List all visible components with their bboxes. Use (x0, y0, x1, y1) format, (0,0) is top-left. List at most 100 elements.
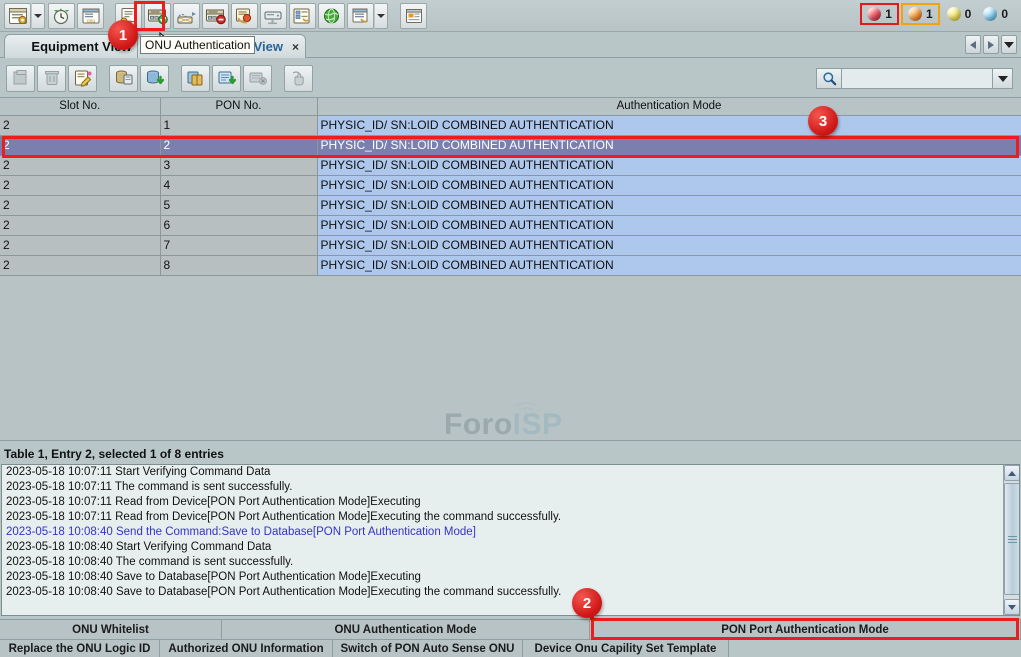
tab-next-button[interactable] (983, 35, 999, 54)
log-line: 2023-05-18 10:08:40 The command is sent … (2, 555, 1019, 570)
onu-list-icon[interactable]: onu (77, 3, 104, 29)
copy-rows-icon[interactable] (181, 65, 210, 92)
refresh-hand-icon[interactable] (284, 65, 313, 92)
table-row[interactable]: 21PHYSIC_ID/ SN:LOID COMBINED AUTHENTICA… (0, 115, 1021, 135)
table-header-row: Slot No. PON No. Authentication Mode (0, 98, 1021, 115)
cell-authentication-mode[interactable]: PHYSIC_ID/ SN:LOID COMBINED AUTHENTICATI… (317, 135, 1021, 155)
cancel-icon[interactable] (243, 65, 272, 92)
bottom-tab-secondary-2[interactable]: Authorized ONU Information (160, 639, 333, 657)
major-alarm-counter[interactable]: 1 (901, 3, 940, 25)
add-icon[interactable] (6, 65, 35, 92)
log-scrollbar[interactable] (1003, 465, 1019, 615)
bottom-tab-secondary-1[interactable]: Replace the ONU Logic ID (0, 639, 160, 657)
cell-slot-no[interactable]: 2 (0, 135, 160, 155)
panel-view-icon[interactable] (400, 3, 427, 29)
bottom-tab-primary-3[interactable]: PON Port Authentication Mode (590, 619, 1021, 639)
timing-task-icon[interactable] (48, 3, 75, 29)
table-row[interactable]: 24PHYSIC_ID/ SN:LOID COMBINED AUTHENTICA… (0, 175, 1021, 195)
cell-authentication-mode[interactable]: PHYSIC_ID/ SN:LOID COMBINED AUTHENTICATI… (317, 155, 1021, 175)
bottom-tab-primary-1[interactable]: ONU Whitelist (0, 619, 222, 639)
search-icon[interactable] (816, 68, 841, 89)
bottom-tab-primary-label: ONU Whitelist (72, 624, 149, 636)
cell-slot-no[interactable]: 2 (0, 155, 160, 175)
column-header-slot-no[interactable]: Slot No. (0, 98, 160, 115)
critical-alarm-counter[interactable]: 1 (860, 3, 899, 25)
warning-alarm-counter[interactable]: 0 (978, 5, 1013, 23)
save-to-database-icon[interactable] (140, 65, 169, 92)
command-log-panel[interactable]: 2023-05-18 10:07:11 Start Verifying Comm… (1, 464, 1020, 616)
apply-to-device-icon[interactable] (212, 65, 241, 92)
tab-list-button[interactable] (1001, 35, 1017, 54)
read-from-device-icon[interactable] (109, 65, 138, 92)
alarm-counters: 1 1 0 0 (860, 3, 1013, 25)
cell-pon-no[interactable]: 4 (160, 175, 317, 195)
onu-template-icon[interactable] (289, 3, 316, 29)
modify-icon[interactable] (68, 65, 97, 92)
cell-authentication-mode[interactable]: PHYSIC_ID/ SN:LOID COMBINED AUTHENTICATI… (317, 175, 1021, 195)
log-line: 2023-05-18 10:08:40 Start Verifying Comm… (2, 540, 1019, 555)
cell-slot-no[interactable]: 2 (0, 255, 160, 275)
column-header-authentication-mode[interactable]: Authentication Mode (317, 98, 1021, 115)
cell-authentication-mode[interactable]: PHYSIC_ID/ SN:LOID COMBINED AUTHENTICATI… (317, 195, 1021, 215)
scroll-up-button[interactable] (1004, 465, 1020, 481)
onu-profile-icon[interactable] (231, 3, 258, 29)
onu-authentication-icon[interactable] (144, 3, 171, 29)
cell-authentication-mode[interactable]: PHYSIC_ID/ SN:LOID COMBINED AUTHENTICATI… (317, 215, 1021, 235)
report-config-icon[interactable] (347, 3, 374, 29)
bottom-tab-row-secondary: Replace the ONU Logic IDAuthorized ONU I… (0, 639, 1021, 657)
log-line: 2023-05-18 10:07:11 Read from Device[PON… (2, 510, 1019, 525)
table-row[interactable]: 27PHYSIC_ID/ SN:LOID COMBINED AUTHENTICA… (0, 235, 1021, 255)
scroll-down-button[interactable] (1004, 599, 1020, 615)
close-icon[interactable]: × (292, 40, 299, 54)
watermark-text-foro: Foro (444, 408, 513, 441)
global-network-icon[interactable] (318, 3, 345, 29)
table-row[interactable]: 25PHYSIC_ID/ SN:LOID COMBINED AUTHENTICA… (0, 195, 1021, 215)
bottom-tab-secondary-3[interactable]: Switch of PON Auto Sense ONU (333, 639, 523, 657)
scrollbar-thumb[interactable] (1004, 483, 1020, 595)
cell-pon-no[interactable]: 6 (160, 215, 317, 235)
delete-icon[interactable] (37, 65, 66, 92)
chevron-down-icon (34, 14, 42, 18)
log-line: 2023-05-18 10:07:11 Read from Device[PON… (2, 495, 1019, 510)
search-dropdown-button[interactable] (993, 68, 1013, 89)
cell-pon-no[interactable]: 5 (160, 195, 317, 215)
table-row[interactable]: 26PHYSIC_ID/ SN:LOID COMBINED AUTHENTICA… (0, 215, 1021, 235)
cell-pon-no[interactable]: 7 (160, 235, 317, 255)
log-line: 2023-05-18 10:07:11 The command is sent … (2, 480, 1019, 495)
onu-auto-find-icon[interactable] (173, 3, 200, 29)
report-config-group (346, 3, 390, 29)
cell-slot-no[interactable]: 2 (0, 235, 160, 255)
onu-upgrade-icon[interactable] (260, 3, 287, 29)
cell-slot-no[interactable]: 2 (0, 115, 160, 135)
application-window: onu (0, 0, 1021, 657)
tab-prev-button[interactable] (965, 35, 981, 54)
bottom-tab-primary-label: ONU Authentication Mode (334, 624, 476, 636)
cell-pon-no[interactable]: 3 (160, 155, 317, 175)
bottom-tab-secondary-filler (729, 639, 1021, 657)
cell-authentication-mode[interactable]: PHYSIC_ID/ SN:LOID COMBINED AUTHENTICATI… (317, 115, 1021, 135)
cell-slot-no[interactable]: 2 (0, 175, 160, 195)
cell-pon-no[interactable]: 1 (160, 115, 317, 135)
cell-pon-no[interactable]: 8 (160, 255, 317, 275)
cell-pon-no[interactable]: 2 (160, 135, 317, 155)
table-row[interactable]: 22PHYSIC_ID/ SN:LOID COMBINED AUTHENTICA… (0, 135, 1021, 155)
search-input[interactable] (841, 68, 993, 89)
cell-slot-no[interactable]: 2 (0, 215, 160, 235)
log-lines: 2023-05-18 10:07:11 Start Verifying Comm… (2, 465, 1019, 600)
log-line: 2023-05-18 10:08:40 Save to Database[PON… (2, 585, 1019, 600)
minor-alarm-counter[interactable]: 0 (942, 5, 977, 23)
table-row[interactable]: 28PHYSIC_ID/ SN:LOID COMBINED AUTHENTICA… (0, 255, 1021, 275)
cell-authentication-mode[interactable]: PHYSIC_ID/ SN:LOID COMBINED AUTHENTICATI… (317, 235, 1021, 255)
device-manager-icon[interactable] (4, 3, 31, 29)
cell-authentication-mode[interactable]: PHYSIC_ID/ SN:LOID COMBINED AUTHENTICATI… (317, 255, 1021, 275)
onu-unauthorize-icon[interactable] (202, 3, 229, 29)
bottom-tab-primary-2[interactable]: ONU Authentication Mode (222, 619, 590, 639)
report-config-dropdown[interactable] (375, 3, 388, 29)
table-row[interactable]: 23PHYSIC_ID/ SN:LOID COMBINED AUTHENTICA… (0, 155, 1021, 175)
device-manager-dropdown[interactable] (32, 3, 45, 29)
cell-slot-no[interactable]: 2 (0, 195, 160, 215)
log-line: 2023-05-18 10:07:11 Start Verifying Comm… (2, 465, 1019, 480)
table-body: 21PHYSIC_ID/ SN:LOID COMBINED AUTHENTICA… (0, 115, 1021, 275)
column-header-pon-no[interactable]: PON No. (160, 98, 317, 115)
bottom-tab-secondary-4[interactable]: Device Onu Capility Set Template (523, 639, 729, 657)
